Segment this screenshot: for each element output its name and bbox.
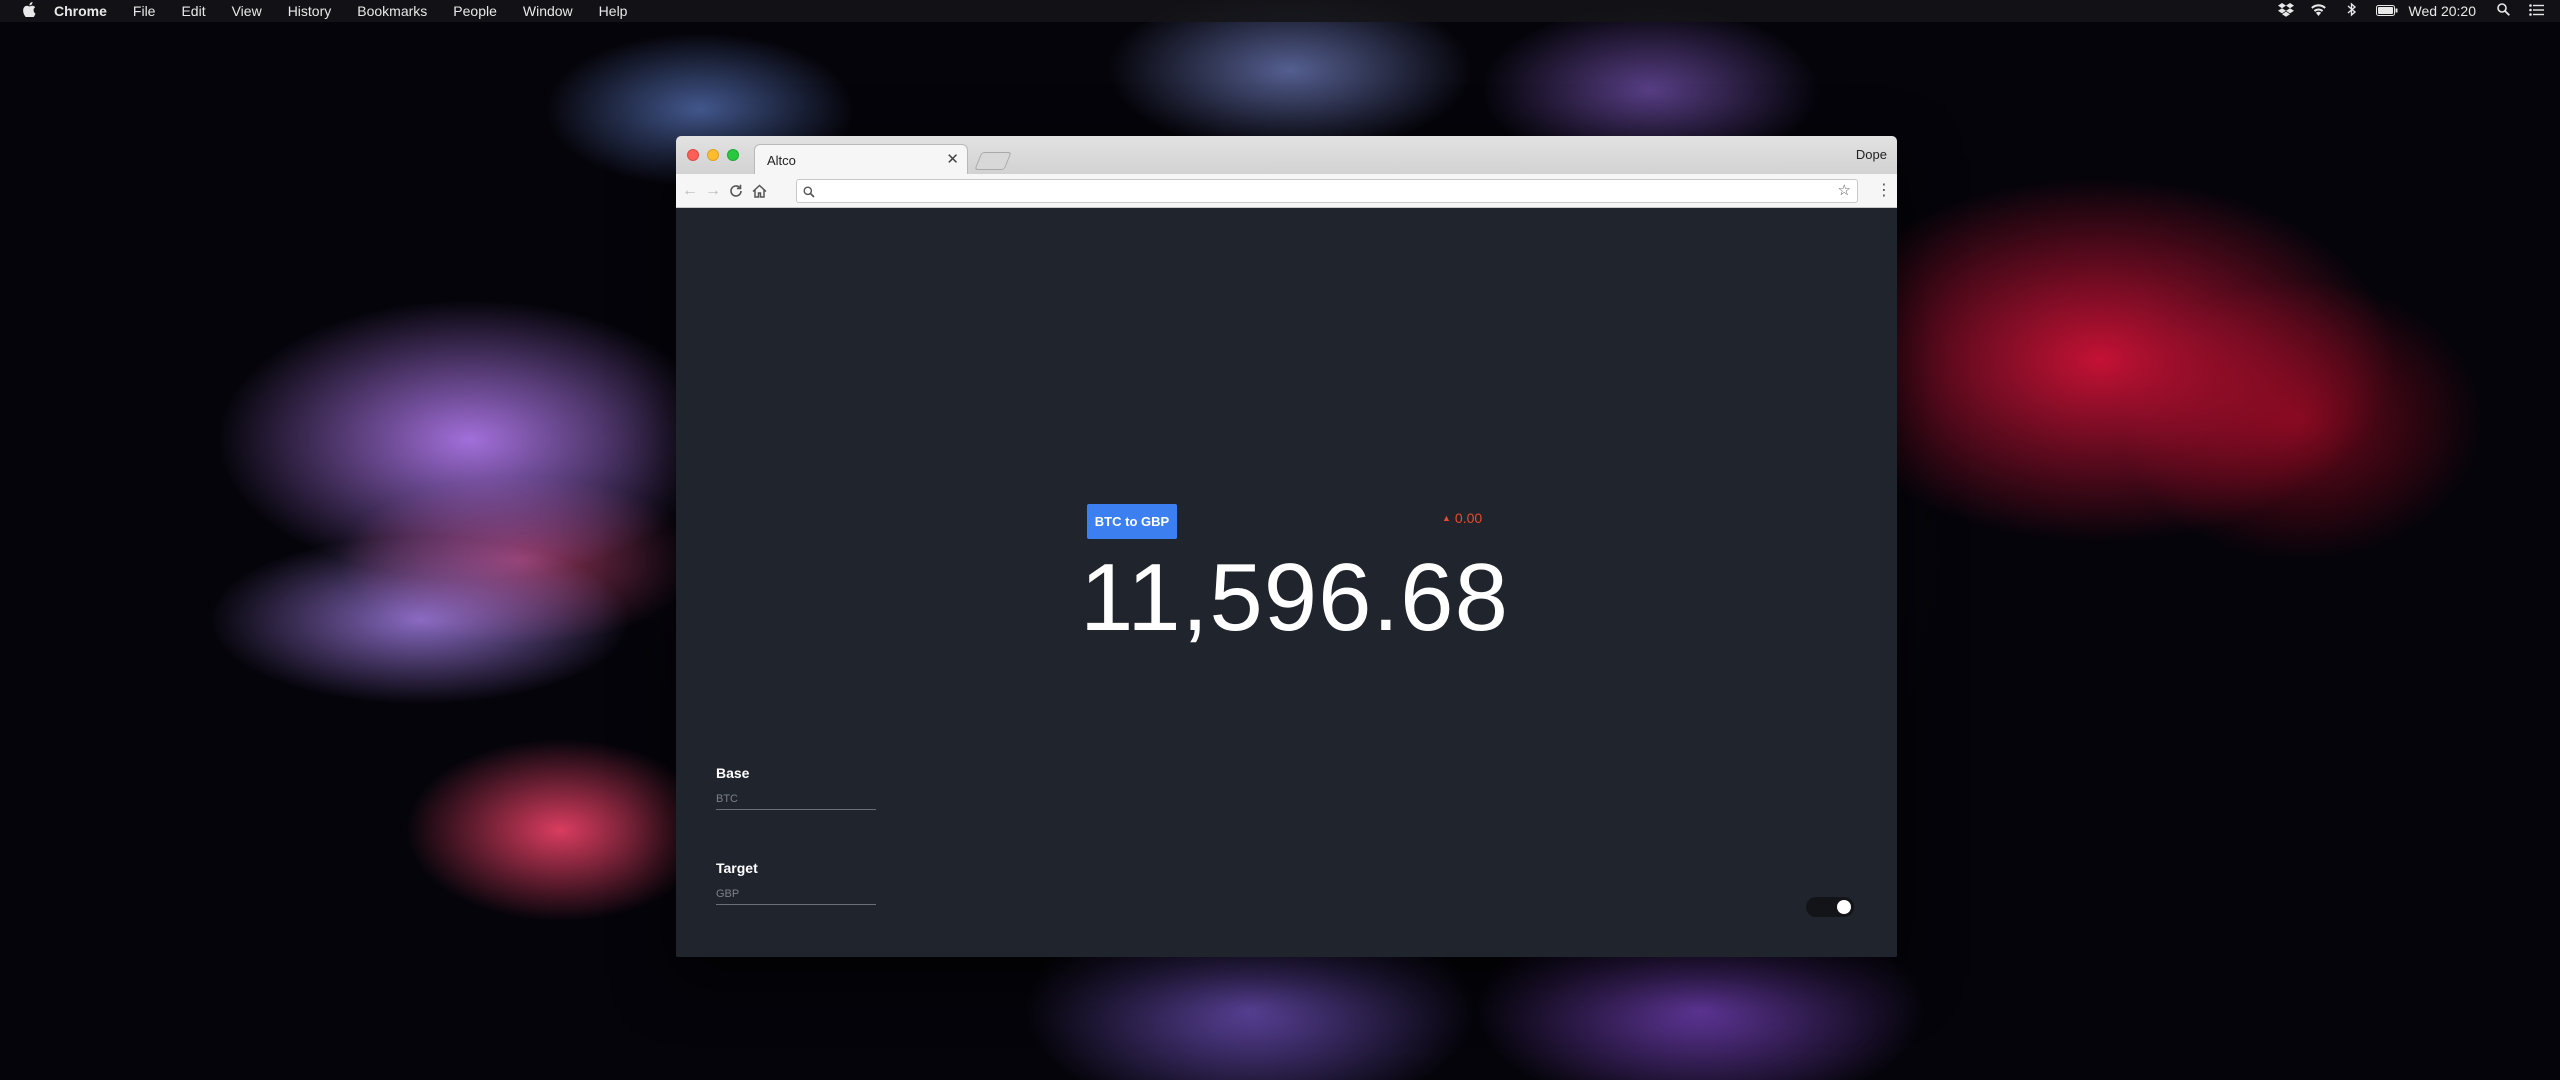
base-currency-input[interactable]: [716, 788, 876, 810]
search-icon: [803, 182, 819, 200]
menu-history[interactable]: History: [288, 3, 332, 19]
new-tab-button[interactable]: [974, 152, 1012, 170]
target-currency-input[interactable]: [716, 883, 876, 905]
battery-icon[interactable]: [2375, 4, 2398, 19]
menu-people[interactable]: People: [453, 3, 497, 19]
window-close-button[interactable]: [687, 149, 699, 161]
target-label: Target: [716, 860, 758, 876]
menu-window[interactable]: Window: [523, 3, 573, 19]
bluetooth-icon[interactable]: [2343, 2, 2361, 20]
price-change-value: 0.00: [1454, 510, 1483, 526]
menu-view[interactable]: View: [232, 3, 262, 19]
menu-bar-status-area: Wed 20:20: [2277, 0, 2560, 22]
profile-name[interactable]: Dope: [1856, 147, 1887, 162]
toggle-knob: [1837, 900, 1851, 914]
forward-arrow-icon[interactable]: →: [702, 180, 724, 202]
tab-title: Altco: [767, 153, 796, 168]
wifi-icon[interactable]: [2310, 3, 2328, 19]
browser-window: Altco ✕ Dope ← → ☆ ⋮ BTC to GBP ▲ 0.00 11…: [676, 136, 1897, 957]
spotlight-search-icon[interactable]: [2494, 3, 2512, 19]
bookmark-star-icon[interactable]: ☆: [1838, 181, 1851, 199]
base-label: Base: [716, 765, 750, 781]
reload-icon[interactable]: [725, 180, 747, 202]
menu-bookmarks[interactable]: Bookmarks: [357, 3, 427, 19]
theme-toggle[interactable]: [1806, 897, 1854, 917]
currency-pair-button[interactable]: BTC to GBP: [1087, 504, 1177, 539]
back-arrow-icon[interactable]: ←: [679, 180, 701, 202]
menu-edit[interactable]: Edit: [181, 3, 205, 19]
menu-bar-clock[interactable]: Wed 20:20: [2409, 3, 2476, 19]
browser-tab-active[interactable]: Altco ✕: [754, 144, 968, 174]
address-bar[interactable]: ☆: [796, 179, 1858, 203]
window-minimize-button[interactable]: [707, 149, 719, 161]
menu-help[interactable]: Help: [599, 3, 628, 19]
browser-toolbar: ← → ☆ ⋮: [676, 174, 1897, 208]
home-icon[interactable]: [748, 180, 770, 202]
window-maximize-button[interactable]: [727, 149, 739, 161]
menu-app-name[interactable]: Chrome: [54, 3, 107, 19]
menu-file[interactable]: File: [133, 3, 156, 19]
notification-center-icon[interactable]: [2527, 3, 2545, 19]
exchange-rate-value: 11,596.68: [1080, 544, 1509, 651]
tab-close-icon[interactable]: ✕: [946, 150, 959, 168]
browser-titlebar[interactable]: Altco ✕ Dope: [676, 136, 1897, 174]
browser-menu-icon[interactable]: ⋮: [1875, 180, 1893, 202]
dropbox-icon[interactable]: [2277, 2, 2295, 20]
price-change: ▲ 0.00: [1442, 510, 1482, 526]
menu-bar: Chrome File Edit View History Bookmarks …: [0, 0, 2560, 22]
apple-menu-icon[interactable]: [18, 1, 40, 21]
up-triangle-icon: ▲: [1442, 513, 1451, 523]
page-content: BTC to GBP ▲0.00 11,596.68 Base Target: [676, 208, 1897, 957]
